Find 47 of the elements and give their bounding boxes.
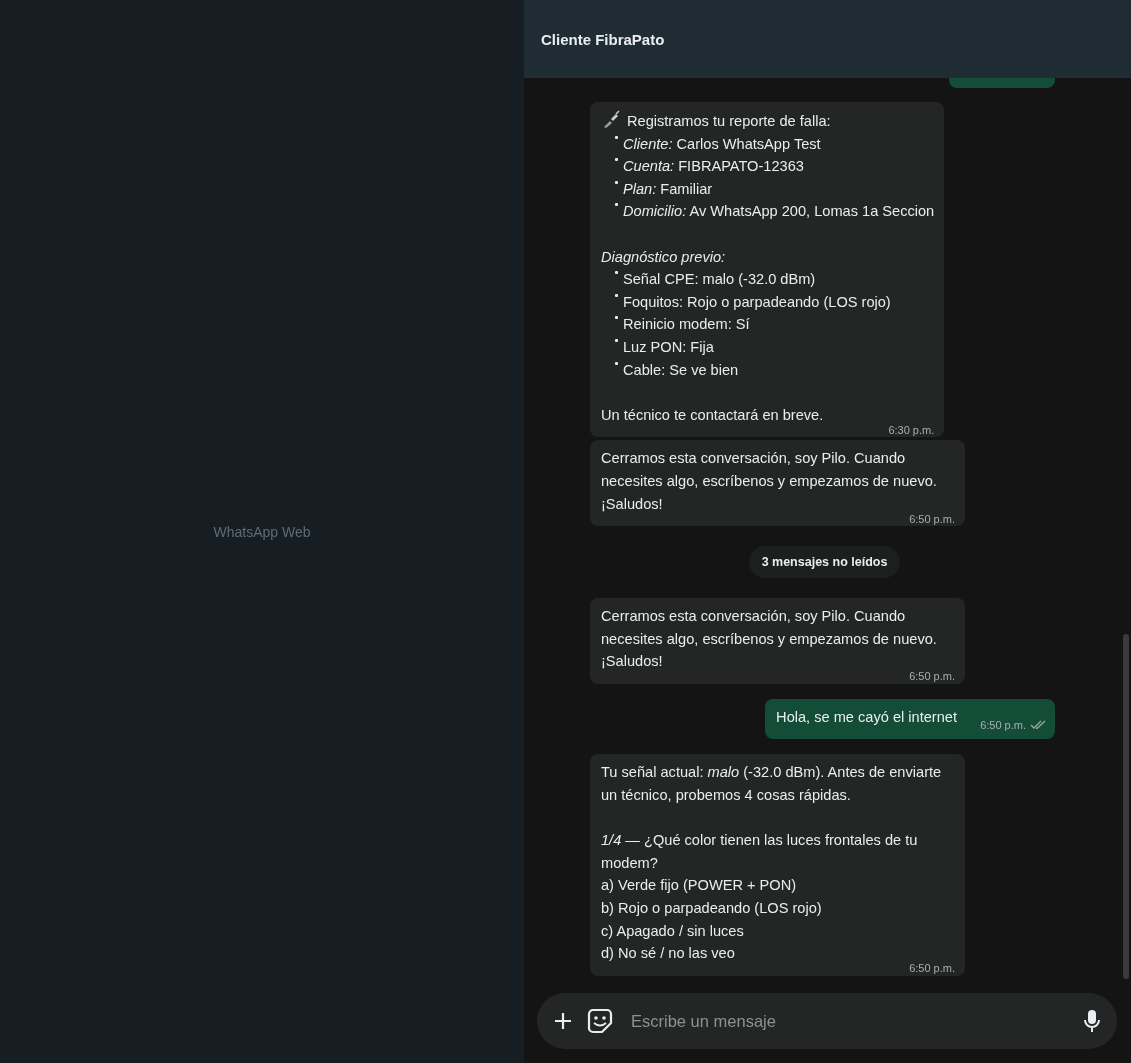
message-text: Reinicio modem: Sí — [623, 316, 750, 333]
message-time: 6:30 p.m. — [888, 423, 935, 436]
bullet-icon — [615, 338, 618, 342]
message-text: Hola, se me cayó el internet — [776, 708, 957, 725]
contact-name: Cliente FibraPato — [541, 30, 665, 48]
attach-button[interactable] — [553, 1011, 573, 1031]
message-text: b) Rojo o parpadeando (LOS rojo) — [601, 900, 822, 917]
message-time: 6:50 p.m. — [909, 670, 955, 683]
message-text: Tu señal actual: malo (-32.0 dBm). Antes de enviarte un técnico, probemos 4 cosas rápidas. — [601, 764, 942, 804]
message-text: a) Verde fijo (POWER + PON) — [601, 877, 797, 894]
message-text: Diagnóstico previo: — [601, 248, 726, 265]
bullet-icon — [615, 203, 618, 207]
bullet-icon — [615, 135, 618, 139]
message-time: 6:50 p.m. — [909, 512, 955, 525]
message-text: Cerramos esta conversación, soy Pilo. Cuando necesites algo, escríbenos y empezamos de nuevo. ¡Saludos! — [601, 450, 937, 512]
bullet-icon — [615, 271, 618, 275]
message-text: d) No sé / no las veo — [601, 945, 735, 962]
message-text: Un técnico te contactará en breve. — [601, 406, 824, 423]
message-text: Cuenta: FIBRAPATO-12363 — [623, 158, 804, 175]
unread-badge: 3 mensajes no leídos — [748, 546, 901, 579]
message-text: Foquitos: Rojo o parpadeando (LOS rojo) — [623, 293, 891, 310]
message-field[interactable]: Escribe un mensaje — [537, 993, 1117, 1049]
microphone-icon — [1083, 1009, 1101, 1033]
bullet-icon — [615, 180, 618, 184]
mic-button[interactable] — [1083, 1009, 1101, 1033]
bullet-icon — [615, 361, 618, 365]
message-text: Registramos tu reporte de falla: — [627, 113, 831, 129]
message-text: Señal CPE: malo (-32.0 dBm) — [623, 271, 816, 288]
message-text: Cerramos esta conversación, soy Pilo. Cuando necesites algo, escríbenos y empezamos de nuevo. ¡Saludos! — [601, 608, 937, 670]
message-text: Cable: Se ve bien — [623, 361, 739, 378]
message-text: 1/4 — ¿Qué color tienen las luces frontales de tu modem? — [601, 832, 918, 871]
message-text: c) Apagado / sin luces — [601, 922, 744, 939]
app-title: WhatsApp Web — [213, 523, 311, 540]
message-time: 6:50 p.m. — [909, 962, 955, 975]
bullet-icon — [615, 316, 618, 320]
message-text: Domicilio: Av WhatsApp 200, Lomas 1a Seccion — [623, 203, 935, 220]
message-time: 6:50 p.m. — [980, 718, 1026, 731]
message-text: Plan: Familiar — [623, 180, 713, 197]
message-text: Cliente: Carlos WhatsApp Test — [623, 135, 821, 152]
sticker-button[interactable] — [587, 1008, 613, 1034]
message-input[interactable]: Escribe un mensaje — [627, 1011, 1069, 1031]
sticker-icon — [587, 1008, 613, 1034]
scrollbar-thumb[interactable] — [1123, 634, 1129, 979]
bullet-icon — [615, 158, 618, 162]
bullet-icon — [615, 293, 618, 297]
message-text: Luz PON: Fija — [623, 338, 714, 355]
plus-icon — [553, 1011, 573, 1031]
